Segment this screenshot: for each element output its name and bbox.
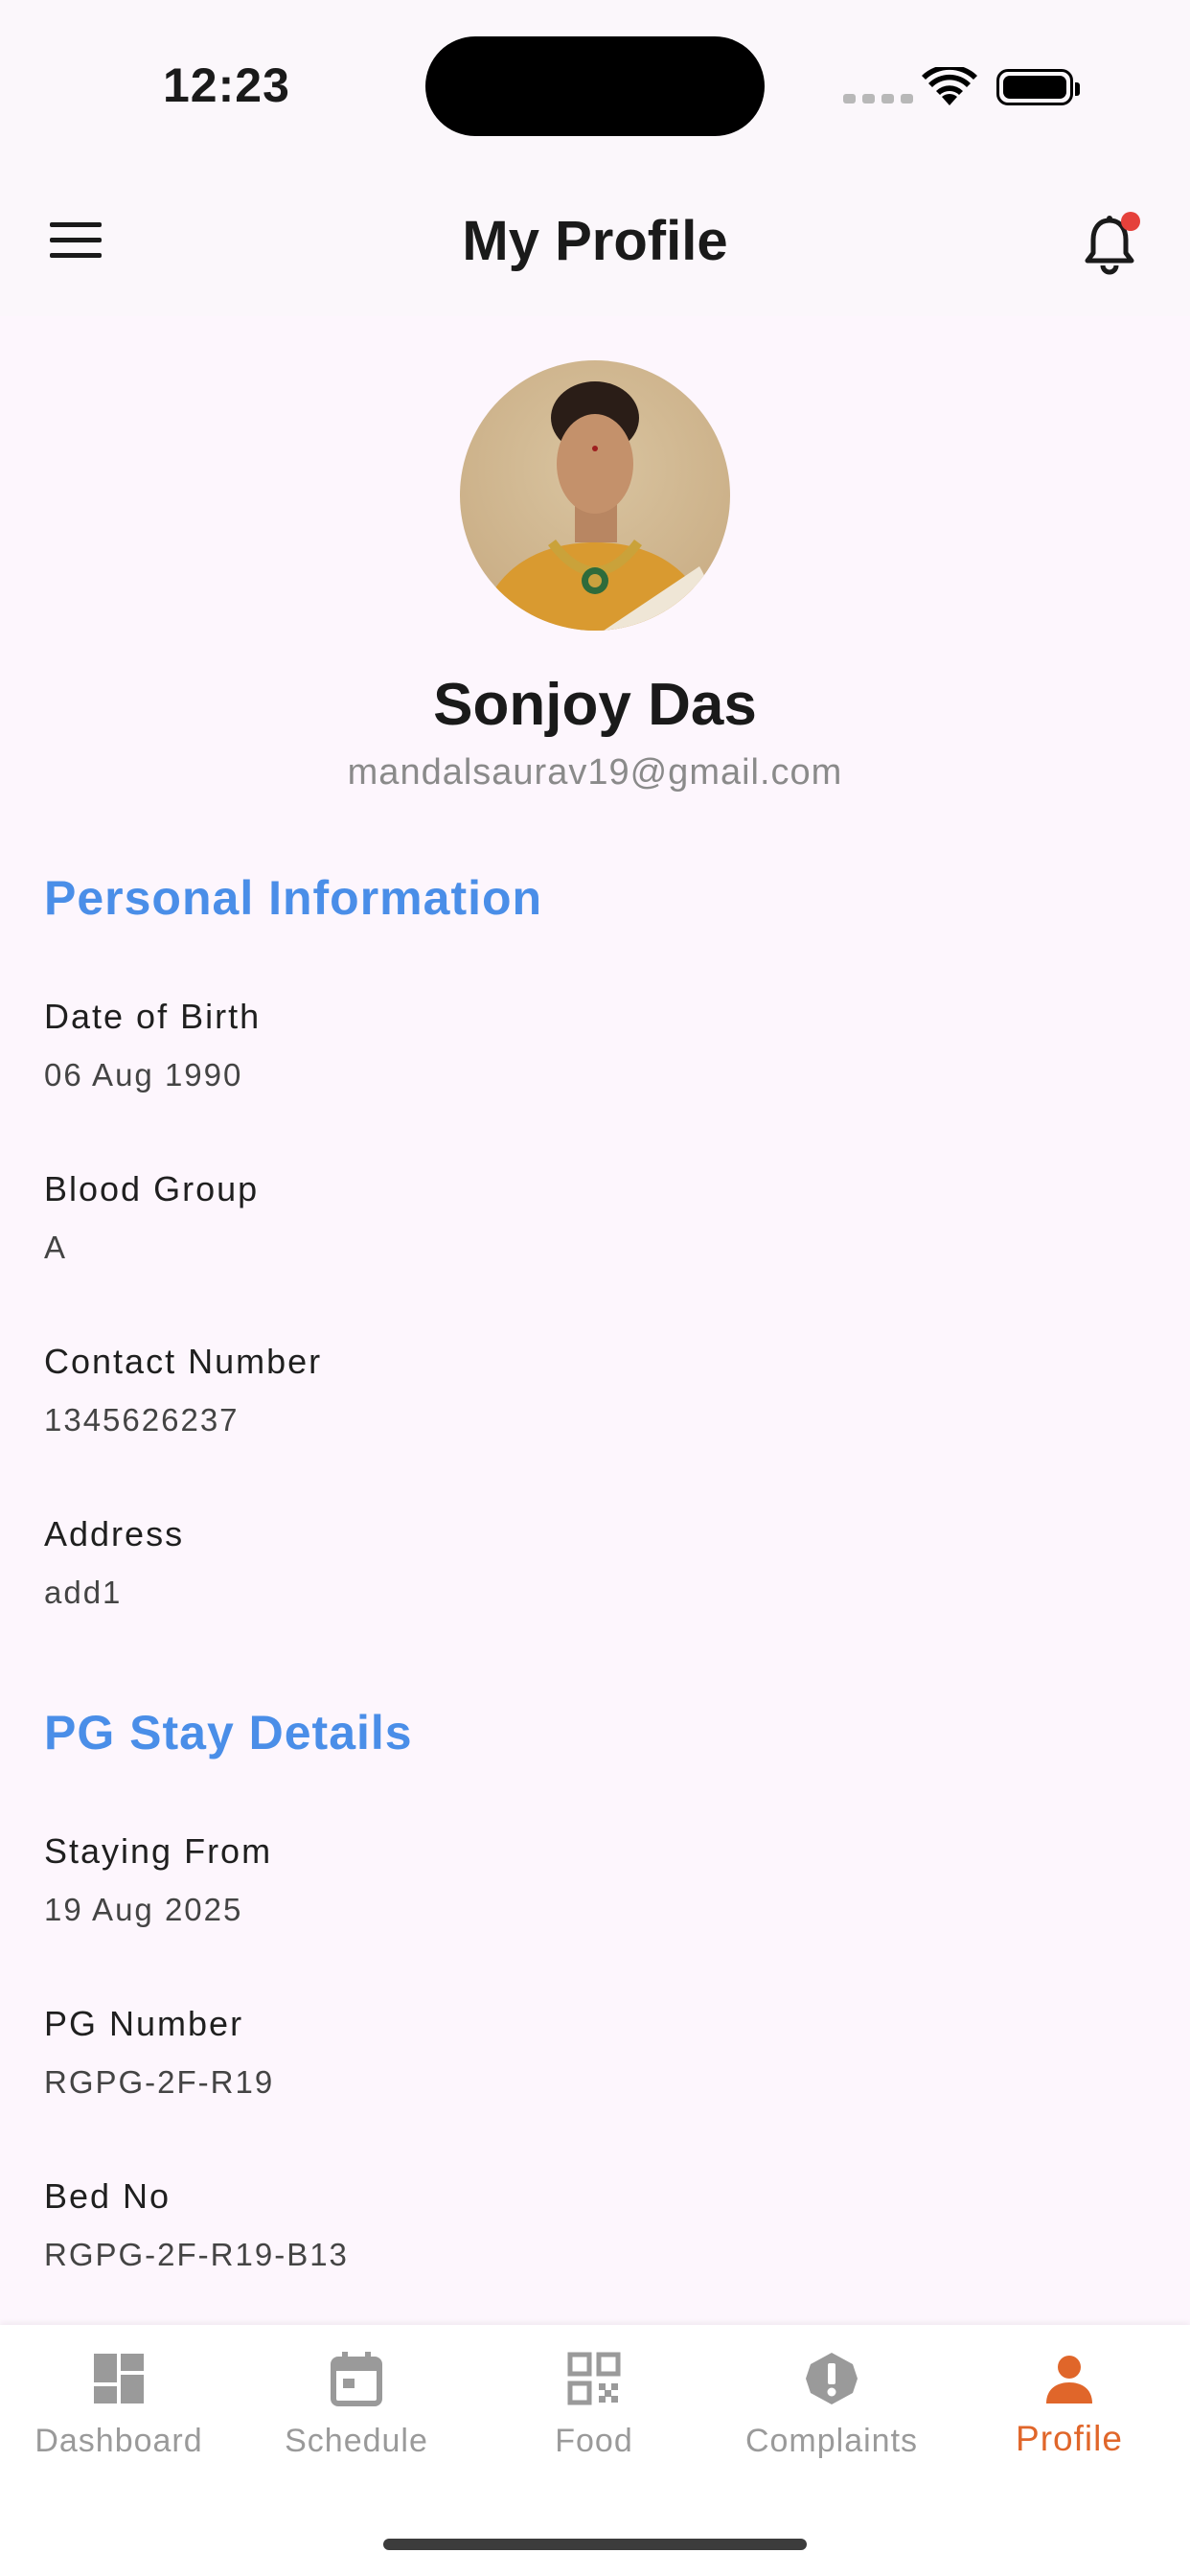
field-label-bed-no: Bed No: [44, 2176, 172, 2216]
field-label-date-of-birth: Date of Birth: [44, 997, 262, 1036]
dynamic-island: [425, 36, 765, 136]
nav-item-complaints[interactable]: Complaints: [713, 2325, 950, 2497]
field-value-date-of-birth: 06 Aug 1990: [44, 1057, 243, 1092]
field-value-bed-no: RGPG-2F-R19-B13: [44, 2237, 349, 2272]
nav-label-complaints: Complaints: [744, 2423, 919, 2459]
nav-label-schedule: Schedule: [285, 2423, 428, 2459]
cellular-signal-icon: [843, 94, 913, 104]
section-title-pg-stay-details: PG Stay Details: [44, 1706, 413, 1760]
nav-label-profile: Profile: [1016, 2419, 1123, 2458]
nav-item-schedule[interactable]: Schedule: [238, 2325, 475, 2497]
page-title: My Profile: [462, 210, 728, 272]
alert-icon: [806, 2353, 858, 2404]
field-label-address: Address: [44, 1514, 185, 1553]
nav-label-food: Food: [555, 2423, 633, 2459]
status-bar: 12:23: [0, 0, 1190, 163]
notification-badge: [1121, 212, 1140, 231]
home-indicator: [383, 2539, 807, 2550]
person-icon: [1046, 2356, 1092, 2404]
field-label-pg-number: PG Number: [44, 2004, 244, 2043]
section-title-personal-information: Personal Information: [44, 871, 543, 925]
nav-item-dashboard[interactable]: Dashboard: [0, 2325, 238, 2497]
qr-code-icon: [567, 2352, 621, 2405]
field-value-blood-group: A: [44, 1230, 68, 1265]
calendar-icon: [331, 2352, 382, 2406]
app-header: My Profile: [0, 163, 1190, 316]
dashboard-icon: [94, 2354, 144, 2404]
avatar[interactable]: [460, 360, 730, 631]
field-value-address: add1: [44, 1575, 123, 1610]
nav-label-dashboard: Dashboard: [34, 2423, 203, 2459]
wifi-icon: [922, 67, 977, 105]
field-label-blood-group: Blood Group: [44, 1169, 260, 1208]
profile-email: mandalsaurav19@gmail.com: [347, 752, 843, 793]
nav-item-profile[interactable]: Profile: [950, 2325, 1188, 2497]
profile-name: Sonjoy Das: [433, 672, 757, 738]
field-label-staying-from: Staying From: [44, 1831, 273, 1871]
battery-icon: [996, 69, 1080, 105]
field-value-staying-from: 19 Aug 2025: [44, 1892, 243, 1927]
field-label-contact-number: Contact Number: [44, 1342, 323, 1381]
nav-item-food[interactable]: Food: [475, 2325, 713, 2497]
status-time: 12:23: [163, 58, 290, 112]
field-value-pg-number: RGPG-2F-R19: [44, 2064, 275, 2100]
field-value-contact-number: 1345626237: [44, 1402, 240, 1438]
